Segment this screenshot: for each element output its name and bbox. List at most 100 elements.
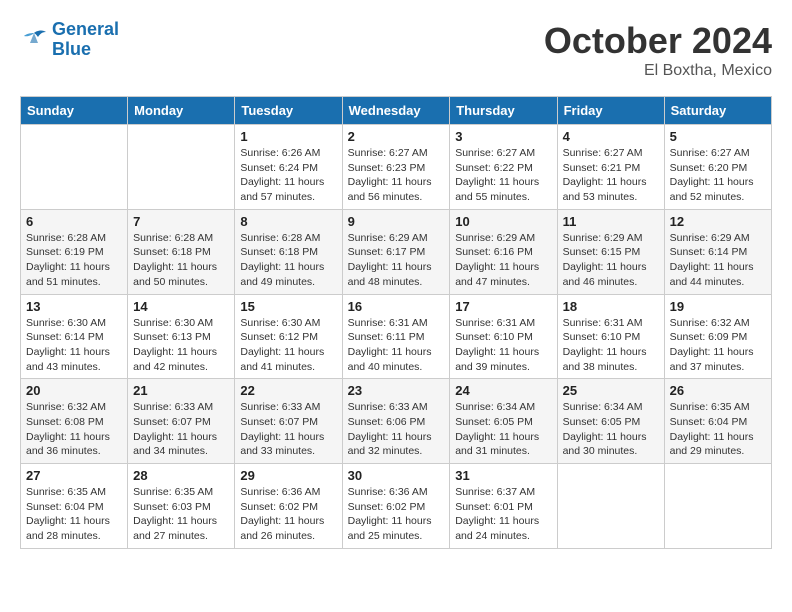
day-number: 3 [455,129,551,144]
calendar-cell: 7Sunrise: 6:28 AM Sunset: 6:18 PM Daylig… [128,209,235,294]
day-number: 5 [670,129,766,144]
calendar-cell: 13Sunrise: 6:30 AM Sunset: 6:14 PM Dayli… [21,294,128,379]
day-info: Sunrise: 6:37 AM Sunset: 6:01 PM Dayligh… [455,485,551,544]
day-number: 27 [26,468,122,483]
day-number: 16 [348,299,445,314]
day-number: 2 [348,129,445,144]
calendar-week-row: 6 Sunrise: 6:28 AM Sunset: 6:19 PM Daylig… [21,209,772,294]
day-info: Sunrise: 6:27 AM Sunset: 6:22 PM Dayligh… [455,146,551,205]
day-number: 14 [133,299,229,314]
day-number: 20 [26,383,122,398]
calendar-cell: 16 Sunrise: 6:31 AM Sunset: 6:11 PM Dayli… [342,294,450,379]
calendar-cell: 29 Sunrise: 6:36 AM Sunset: 6:02 PM Dayli… [235,464,342,549]
calendar-cell: 18Sunrise: 6:31 AM Sunset: 6:10 PM Dayli… [557,294,664,379]
day-number: 24 [455,383,551,398]
calendar-cell: 3 Sunrise: 6:27 AM Sunset: 6:22 PM Daylig… [450,125,557,210]
weekday-header: Monday [128,97,235,125]
calendar-cell: 26 Sunrise: 6:35 AM Sunset: 6:04 PM Dayli… [664,379,771,464]
day-number: 17 [455,299,551,314]
weekday-header: Sunday [21,97,128,125]
day-number: 28 [133,468,229,483]
location-title: El Boxtha, Mexico [544,62,772,80]
calendar-cell: 1 Sunrise: 6:26 AM Sunset: 6:24 PM Daylig… [235,125,342,210]
calendar-cell: 5 Sunrise: 6:27 AM Sunset: 6:20 PM Daylig… [664,125,771,210]
calendar-cell: 27 Sunrise: 6:35 AM Sunset: 6:04 PM Dayli… [21,464,128,549]
calendar-cell: 14 Sunrise: 6:30 AM Sunset: 6:13 PM Dayli… [128,294,235,379]
weekday-header: Thursday [450,97,557,125]
calendar-cell: 8Sunrise: 6:28 AM Sunset: 6:18 PM Daylig… [235,209,342,294]
day-number: 29 [240,468,336,483]
calendar-cell: 12 Sunrise: 6:29 AM Sunset: 6:14 PM Dayli… [664,209,771,294]
day-number: 1 [240,129,336,144]
day-info: Sunrise: 6:35 AM Sunset: 6:03 PM Dayligh… [133,485,229,544]
day-info: Sunrise: 6:31 AM Sunset: 6:10 PM Dayligh… [563,316,659,375]
day-info: Sunrise: 6:30 AM Sunset: 6:12 PM Dayligh… [240,316,336,375]
calendar-week-row: 27 Sunrise: 6:35 AM Sunset: 6:04 PM Dayli… [21,464,772,549]
day-number: 12 [670,214,766,229]
weekday-header: Tuesday [235,97,342,125]
logo-text: General Blue [52,20,119,60]
day-info: Sunrise: 6:26 AM Sunset: 6:24 PM Dayligh… [240,146,336,205]
weekday-header: Saturday [664,97,771,125]
calendar-cell: 22 Sunrise: 6:33 AM Sunset: 6:07 PM Dayli… [235,379,342,464]
calendar-cell: 24 Sunrise: 6:34 AM Sunset: 6:05 PM Dayli… [450,379,557,464]
day-number: 30 [348,468,445,483]
day-number: 10 [455,214,551,229]
calendar-cell: 2 Sunrise: 6:27 AM Sunset: 6:23 PM Daylig… [342,125,450,210]
calendar-cell: 19 Sunrise: 6:32 AM Sunset: 6:09 PM Dayli… [664,294,771,379]
day-info: Sunrise: 6:30 AM Sunset: 6:13 PM Dayligh… [133,316,229,375]
month-title: October 2024 [544,20,772,62]
calendar-cell [664,464,771,549]
calendar-cell: 21Sunrise: 6:33 AM Sunset: 6:07 PM Dayli… [128,379,235,464]
calendar-title-block: October 2024 El Boxtha, Mexico [544,20,772,80]
day-number: 26 [670,383,766,398]
calendar-cell: 31Sunrise: 6:37 AM Sunset: 6:01 PM Dayli… [450,464,557,549]
day-info: Sunrise: 6:28 AM Sunset: 6:19 PM Dayligh… [26,231,122,290]
day-number: 6 [26,214,122,229]
day-number: 23 [348,383,445,398]
page-header: General Blue October 2024 El Boxtha, Mex… [20,20,772,80]
day-info: Sunrise: 6:35 AM Sunset: 6:04 PM Dayligh… [670,400,766,459]
day-info: Sunrise: 6:27 AM Sunset: 6:20 PM Dayligh… [670,146,766,205]
day-info: Sunrise: 6:34 AM Sunset: 6:05 PM Dayligh… [563,400,659,459]
calendar-cell: 20 Sunrise: 6:32 AM Sunset: 6:08 PM Dayli… [21,379,128,464]
calendar-table: SundayMondayTuesdayWednesdayThursdayFrid… [20,96,772,549]
weekday-header: Wednesday [342,97,450,125]
day-number: 19 [670,299,766,314]
day-info: Sunrise: 6:36 AM Sunset: 6:02 PM Dayligh… [240,485,336,544]
calendar-cell: 6 Sunrise: 6:28 AM Sunset: 6:19 PM Daylig… [21,209,128,294]
day-info: Sunrise: 6:32 AM Sunset: 6:09 PM Dayligh… [670,316,766,375]
day-number: 11 [563,214,659,229]
day-info: Sunrise: 6:35 AM Sunset: 6:04 PM Dayligh… [26,485,122,544]
day-info: Sunrise: 6:27 AM Sunset: 6:21 PM Dayligh… [563,146,659,205]
day-info: Sunrise: 6:31 AM Sunset: 6:11 PM Dayligh… [348,316,445,375]
day-info: Sunrise: 6:29 AM Sunset: 6:15 PM Dayligh… [563,231,659,290]
calendar-cell: 9 Sunrise: 6:29 AM Sunset: 6:17 PM Daylig… [342,209,450,294]
day-info: Sunrise: 6:34 AM Sunset: 6:05 PM Dayligh… [455,400,551,459]
calendar-cell: 30 Sunrise: 6:36 AM Sunset: 6:02 PM Dayli… [342,464,450,549]
day-number: 25 [563,383,659,398]
day-number: 15 [240,299,336,314]
day-info: Sunrise: 6:32 AM Sunset: 6:08 PM Dayligh… [26,400,122,459]
day-info: Sunrise: 6:29 AM Sunset: 6:17 PM Dayligh… [348,231,445,290]
calendar-cell: 15 Sunrise: 6:30 AM Sunset: 6:12 PM Dayli… [235,294,342,379]
day-number: 7 [133,214,229,229]
calendar-header-row: SundayMondayTuesdayWednesdayThursdayFrid… [21,97,772,125]
day-number: 4 [563,129,659,144]
calendar-cell: 23 Sunrise: 6:33 AM Sunset: 6:06 PM Dayli… [342,379,450,464]
day-info: Sunrise: 6:29 AM Sunset: 6:16 PM Dayligh… [455,231,551,290]
logo-icon [20,29,48,51]
weekday-header: Friday [557,97,664,125]
day-info: Sunrise: 6:29 AM Sunset: 6:14 PM Dayligh… [670,231,766,290]
calendar-week-row: 20 Sunrise: 6:32 AM Sunset: 6:08 PM Dayli… [21,379,772,464]
day-info: Sunrise: 6:27 AM Sunset: 6:23 PM Dayligh… [348,146,445,205]
day-info: Sunrise: 6:36 AM Sunset: 6:02 PM Dayligh… [348,485,445,544]
day-number: 22 [240,383,336,398]
calendar-cell: 25 Sunrise: 6:34 AM Sunset: 6:05 PM Dayli… [557,379,664,464]
day-info: Sunrise: 6:33 AM Sunset: 6:07 PM Dayligh… [240,400,336,459]
calendar-cell: 4 Sunrise: 6:27 AM Sunset: 6:21 PM Daylig… [557,125,664,210]
day-number: 9 [348,214,445,229]
logo: General Blue [20,20,119,60]
day-info: Sunrise: 6:33 AM Sunset: 6:06 PM Dayligh… [348,400,445,459]
day-number: 21 [133,383,229,398]
